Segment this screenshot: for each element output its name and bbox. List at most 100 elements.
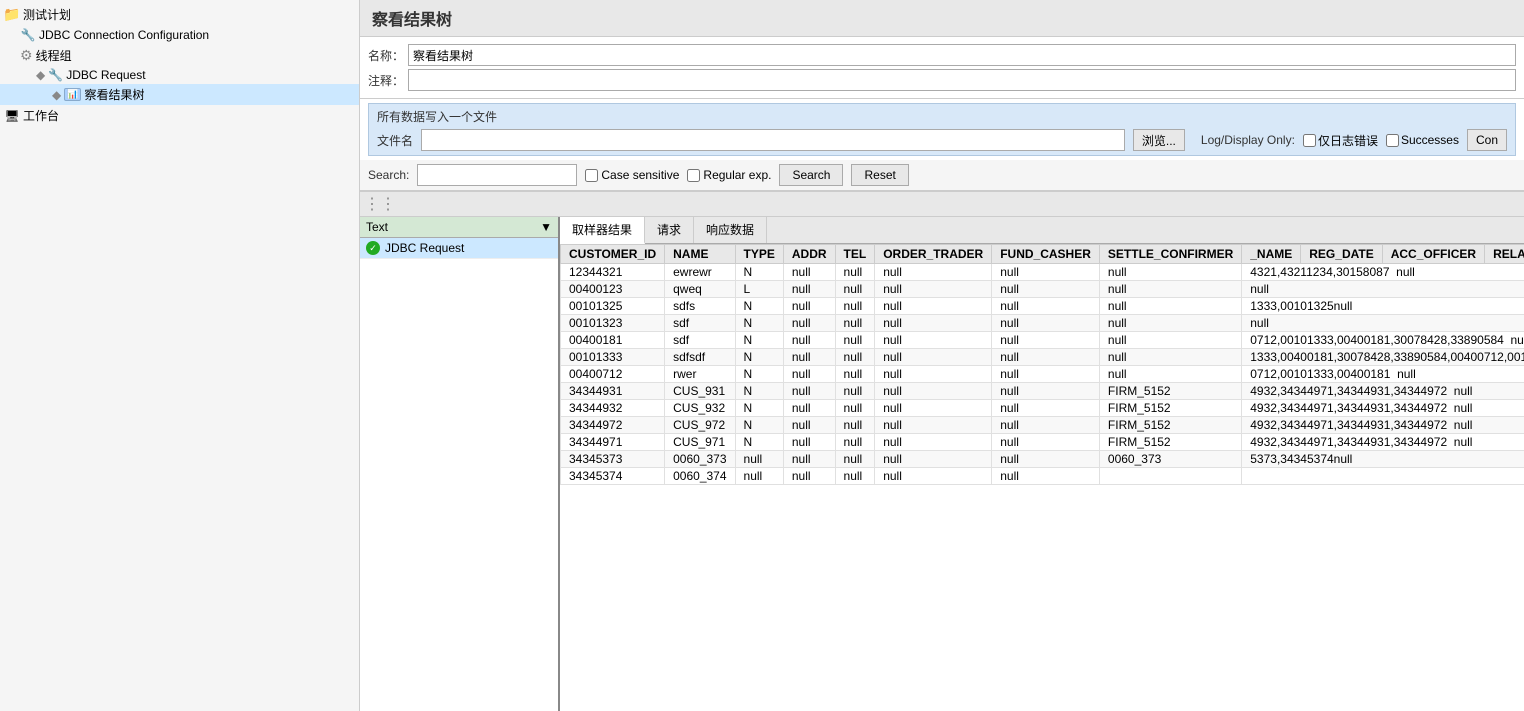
td-tel: null	[835, 383, 875, 400]
td-addr: null	[783, 298, 835, 315]
td-name: sdfsdf	[665, 349, 735, 366]
td-type: N	[735, 434, 783, 451]
td-tel: null	[835, 315, 875, 332]
comment-input[interactable]	[408, 69, 1516, 91]
td-addr: null	[783, 349, 835, 366]
td-tel: null	[835, 349, 875, 366]
reset-button[interactable]: Reset	[851, 164, 908, 186]
result-item-label: JDBC Request	[385, 241, 464, 255]
search-input[interactable]	[417, 164, 577, 186]
sidebar-item-thread-group[interactable]: ⚙ 线程组	[0, 45, 359, 66]
td-extra: null	[1242, 315, 1524, 332]
sidebar-item-jdbc-request[interactable]: ◆ 🔧 JDBC Request	[0, 66, 359, 84]
td-fund: null	[992, 451, 1100, 468]
log-display-label: Log/Display Only:	[1201, 133, 1295, 147]
successes-checkbox[interactable]	[1386, 134, 1399, 147]
td-fund: null	[992, 417, 1100, 434]
td-fund: null	[992, 434, 1100, 451]
dropdown-icon[interactable]: ▼	[540, 220, 552, 234]
results-area: ⋮⋮ Text ▼ JDBC Request	[360, 191, 1524, 711]
td-id: 34344971	[561, 434, 665, 451]
diamond-icon: ◆	[36, 68, 45, 82]
td-type: N	[735, 298, 783, 315]
file-section: 所有数据写入一个文件 文件名 浏览... Log/Display Only: 仅…	[368, 103, 1516, 156]
td-type: N	[735, 315, 783, 332]
sidebar-item-label: JDBC Request	[66, 68, 145, 82]
td-order: null	[875, 434, 992, 451]
errors-only-checkbox-label: 仅日志错误	[1303, 132, 1378, 149]
th-name2: _NAME	[1242, 245, 1301, 264]
td-type: null	[735, 451, 783, 468]
tab-response-data[interactable]: 响应数据	[694, 217, 767, 243]
table-body: 12344321 ewrewr N null null null null nu…	[561, 264, 1524, 485]
name-input[interactable]	[408, 44, 1516, 66]
td-order: null	[875, 264, 992, 281]
td-fund: null	[992, 264, 1100, 281]
td-name: 0060_373	[665, 451, 735, 468]
case-sensitive-text: Case sensitive	[601, 168, 679, 182]
th-type: TYPE	[735, 245, 783, 264]
td-name: CUS_931	[665, 383, 735, 400]
tab-bar: 取样器结果 请求 响应数据	[560, 217, 1524, 244]
sidebar-item-label: 察看结果树	[84, 86, 144, 103]
tab-request[interactable]: 请求	[645, 217, 694, 243]
td-id: 00101325	[561, 298, 665, 315]
td-settle: FIRM_5152	[1099, 400, 1241, 417]
form-area: 名称： 注释：	[360, 37, 1524, 99]
sidebar-item-workbench[interactable]: 🖥 工作台	[0, 105, 359, 126]
data-table: CUSTOMER_ID NAME TYPE ADDR TEL ORDER_TRA…	[560, 244, 1524, 485]
td-order: null	[875, 315, 992, 332]
drag-handle[interactable]: ⋮⋮	[364, 194, 396, 214]
td-addr: null	[783, 281, 835, 298]
td-order: null	[875, 298, 992, 315]
comment-row: 注释：	[368, 69, 1516, 91]
td-addr: null	[783, 383, 835, 400]
configure-button[interactable]: Con	[1467, 129, 1507, 151]
td-order: null	[875, 400, 992, 417]
td-fund: null	[992, 281, 1100, 298]
td-extra: 1333,00400181,30078428,33890584,00400712…	[1242, 349, 1524, 366]
td-addr: null	[783, 332, 835, 349]
table-row: 00101325 sdfs N null null null null null…	[561, 298, 1524, 315]
label-icon: 📊	[64, 88, 81, 101]
th-reg-date: REG_DATE	[1301, 245, 1382, 264]
table-row: 00400181 sdf N null null null null null …	[561, 332, 1524, 349]
search-button[interactable]: Search	[779, 164, 843, 186]
td-tel: null	[835, 264, 875, 281]
td-addr: null	[783, 451, 835, 468]
td-id: 00101323	[561, 315, 665, 332]
td-extra: 0712,00101333,00400181,30078428,33890584…	[1242, 332, 1524, 349]
sidebar-item-jdbc-config[interactable]: 🔧 JDBC Connection Configuration	[0, 25, 359, 45]
td-name: CUS_932	[665, 400, 735, 417]
td-fund: null	[992, 332, 1100, 349]
td-addr: null	[783, 400, 835, 417]
td-tel: null	[835, 417, 875, 434]
file-input[interactable]	[421, 129, 1125, 151]
sidebar-item-result-tree[interactable]: ◆ 📊 察看结果树	[0, 84, 359, 105]
td-type: L	[735, 281, 783, 298]
sidebar-item-label: 工作台	[23, 107, 59, 124]
td-addr: null	[783, 434, 835, 451]
cog-icon: ⚙	[20, 47, 33, 64]
td-name: qweq	[665, 281, 735, 298]
text-column-header: Text ▼	[360, 217, 558, 238]
right-pane: 取样器结果 请求 响应数据 CUSTOMER_ID NAME TYPE ADDR	[560, 217, 1524, 711]
td-id: 00400712	[561, 366, 665, 383]
regular-exp-checkbox[interactable]	[687, 169, 700, 182]
case-sensitive-checkbox[interactable]	[585, 169, 598, 182]
td-tel: null	[835, 332, 875, 349]
browse-button[interactable]: 浏览...	[1133, 129, 1185, 151]
errors-only-checkbox[interactable]	[1303, 134, 1316, 147]
td-order: null	[875, 281, 992, 298]
td-name: sdf	[665, 332, 735, 349]
td-name: 0060_374	[665, 468, 735, 485]
tab-sampler-result[interactable]: 取样器结果	[560, 217, 645, 244]
result-item-jdbc[interactable]: JDBC Request	[360, 238, 558, 259]
td-fund: null	[992, 468, 1100, 485]
sidebar-item-test-plan[interactable]: 📁 测试计划	[0, 4, 359, 25]
th-settle-confirmer: SETTLE_CONFIRMER	[1099, 245, 1241, 264]
td-tel: null	[835, 468, 875, 485]
td-fund: null	[992, 383, 1100, 400]
table-header-row: CUSTOMER_ID NAME TYPE ADDR TEL ORDER_TRA…	[561, 245, 1524, 264]
diamond2-icon: ◆	[52, 88, 61, 102]
